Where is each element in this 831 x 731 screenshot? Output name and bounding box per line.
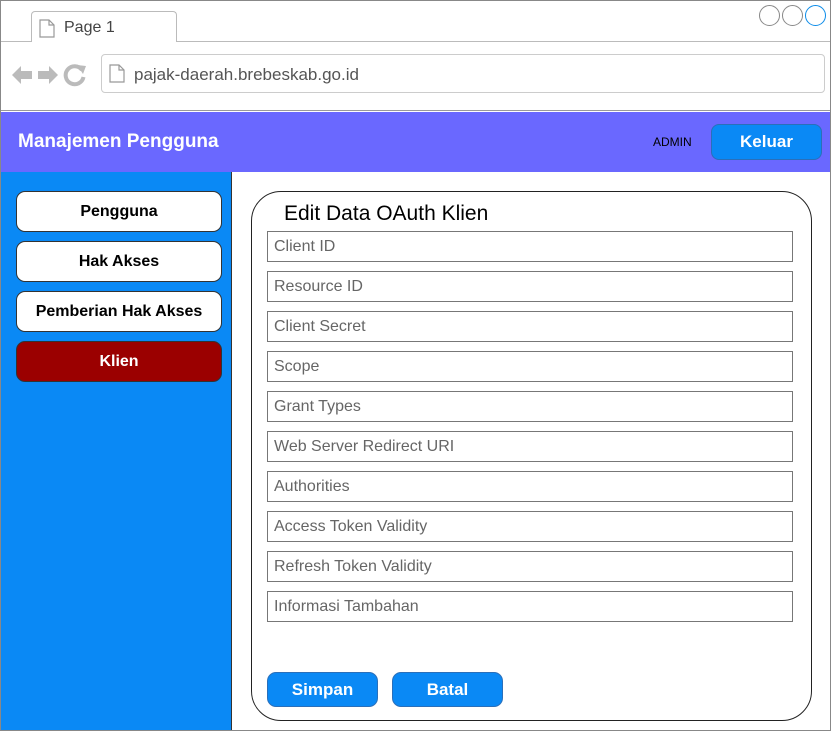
maximize-button[interactable] — [782, 5, 803, 26]
window-controls — [759, 5, 826, 26]
edit-form-card: Edit Data OAuth Klien Simpan Batal — [251, 191, 812, 721]
refresh-token-validity-field[interactable] — [267, 551, 793, 582]
app-header: Manajemen Pengguna ADMIN Keluar — [1, 112, 830, 172]
redirect-uri-field[interactable] — [267, 431, 793, 462]
sidebar-item-klien[interactable]: Klien — [16, 341, 222, 382]
reload-icon[interactable] — [63, 63, 87, 87]
address-row: pajak-daerah.brebeskab.go.id — [1, 42, 830, 111]
page-icon — [109, 64, 125, 83]
address-bar[interactable]: pajak-daerah.brebeskab.go.id — [101, 54, 825, 93]
additional-info-field[interactable] — [267, 591, 793, 622]
cancel-button[interactable]: Batal — [392, 672, 503, 707]
sidebar-item-pemberian-hak-akses[interactable]: Pemberian Hak Akses — [16, 291, 222, 332]
authorities-field[interactable] — [267, 471, 793, 502]
grant-types-field[interactable] — [267, 391, 793, 422]
app-title: Manajemen Pengguna — [18, 131, 219, 152]
tab-label: Page 1 — [64, 19, 115, 36]
forward-arrow-icon[interactable] — [37, 64, 59, 86]
url-text: pajak-daerah.brebeskab.go.id — [134, 65, 359, 84]
client-secret-field[interactable] — [267, 311, 793, 342]
logout-button[interactable]: Keluar — [711, 124, 822, 160]
back-arrow-icon[interactable] — [11, 64, 33, 86]
save-button[interactable]: Simpan — [267, 672, 378, 707]
browser-tab[interactable]: Page 1 — [31, 11, 177, 43]
page-icon — [39, 19, 55, 38]
close-button[interactable] — [805, 5, 826, 26]
sidebar-item-pengguna[interactable]: Pengguna — [16, 191, 222, 232]
navigation-controls — [11, 63, 87, 87]
minimize-button[interactable] — [759, 5, 780, 26]
user-label: ADMIN — [653, 135, 692, 149]
sidebar: Pengguna Hak Akses Pemberian Hak Akses K… — [1, 172, 232, 730]
resource-id-field[interactable] — [267, 271, 793, 302]
access-token-validity-field[interactable] — [267, 511, 793, 542]
scope-field[interactable] — [267, 351, 793, 382]
tab-bar: Page 1 — [1, 1, 830, 43]
form-title: Edit Data OAuth Klien — [284, 202, 489, 225]
sidebar-item-hak-akses[interactable]: Hak Akses — [16, 241, 222, 282]
client-id-field[interactable] — [267, 231, 793, 262]
browser-window: Page 1 pajak-daerah.brebeskab.go.id Mana… — [0, 0, 831, 731]
